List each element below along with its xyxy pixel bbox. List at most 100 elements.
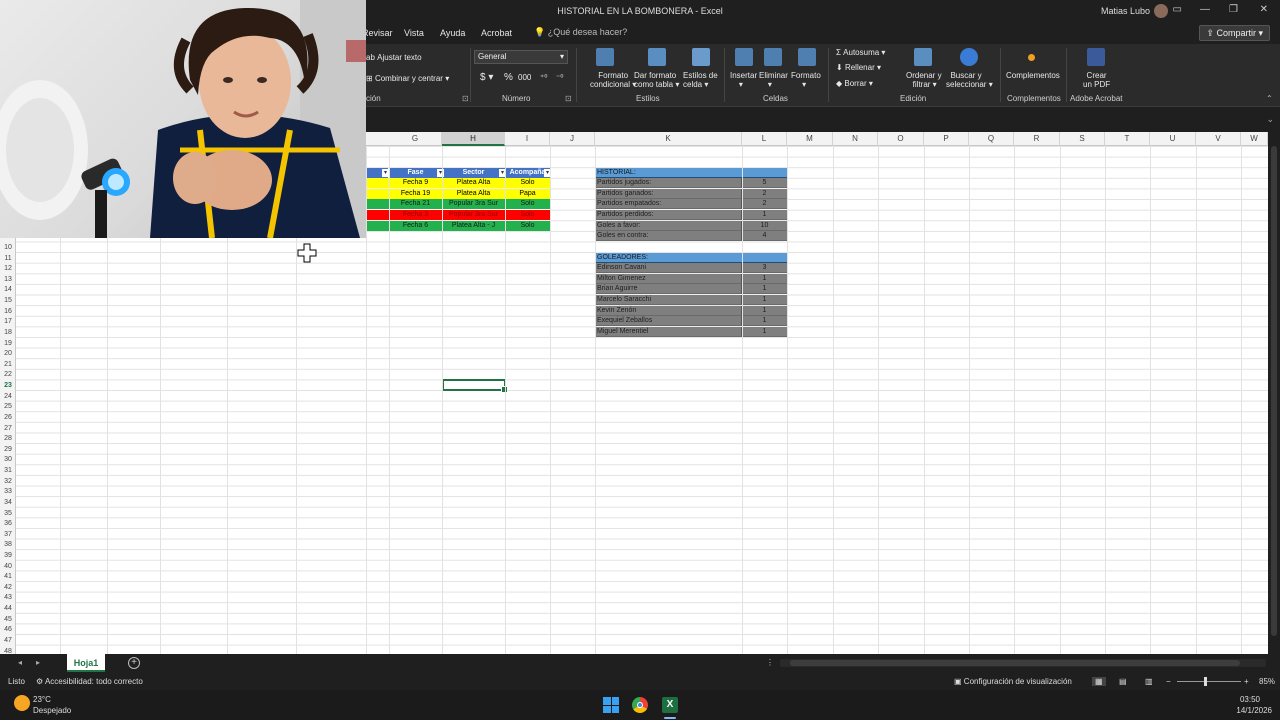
row-header[interactable]: 36 bbox=[0, 520, 16, 527]
goleador-name[interactable]: Kevin Zenón bbox=[595, 305, 741, 316]
row-header[interactable]: 26 bbox=[0, 414, 16, 421]
historial-value[interactable]: 2 bbox=[741, 199, 787, 210]
goleadores-title[interactable]: GOLEADORES: bbox=[595, 252, 787, 263]
accessibility-status[interactable]: ⚙ Accesibilidad: todo correcto bbox=[36, 677, 143, 686]
column-header-m[interactable]: M bbox=[787, 132, 833, 146]
row-header[interactable]: 18 bbox=[0, 329, 16, 336]
column-header-n[interactable]: N bbox=[833, 132, 878, 146]
cell-styles-button[interactable]: Estilos de celda ▾ bbox=[683, 71, 718, 89]
row-header[interactable]: 16 bbox=[0, 308, 16, 315]
fill-button[interactable]: ⬇ Rellenar ▾ bbox=[836, 63, 881, 72]
historial-value[interactable]: 4 bbox=[741, 231, 787, 242]
sort-filter-button[interactable]: Ordenar y filtrar ▾ bbox=[906, 71, 942, 89]
column-header-u[interactable]: U bbox=[1150, 132, 1196, 146]
row-header[interactable]: 22 bbox=[0, 371, 16, 378]
menu-revisar[interactable]: Revisar bbox=[362, 28, 393, 38]
prev-sheet-icon[interactable]: ◂ bbox=[18, 658, 22, 667]
row-header[interactable]: 44 bbox=[0, 605, 16, 612]
table-cell-sector[interactable]: Popular 3ra Sur bbox=[442, 209, 505, 220]
menu-vista[interactable]: Vista bbox=[404, 28, 424, 38]
row-header[interactable]: 14 bbox=[0, 286, 16, 293]
horizontal-scroll-thumb[interactable] bbox=[790, 660, 1240, 666]
row-header[interactable]: 35 bbox=[0, 510, 16, 517]
historial-label[interactable]: Partidos empatados: bbox=[595, 199, 741, 210]
goleador-name[interactable]: Edinson Cavani bbox=[595, 263, 741, 274]
zoom-in-icon[interactable]: + bbox=[1244, 677, 1249, 686]
insert-button[interactable]: Insertar ▾ bbox=[730, 71, 757, 89]
row-header[interactable]: 39 bbox=[0, 552, 16, 559]
row-header[interactable]: 47 bbox=[0, 637, 16, 644]
weather-temp[interactable]: 23°C bbox=[33, 695, 51, 704]
historial-value[interactable]: 10 bbox=[741, 220, 787, 231]
column-header-r[interactable]: R bbox=[1014, 132, 1060, 146]
historial-value[interactable]: 1 bbox=[741, 209, 787, 220]
goleador-goals[interactable]: 1 bbox=[741, 273, 787, 284]
row-header[interactable]: 15 bbox=[0, 297, 16, 304]
historial-label[interactable]: Partidos ganados: bbox=[595, 188, 741, 199]
row-header[interactable]: 25 bbox=[0, 403, 16, 410]
column-header-l[interactable]: L bbox=[742, 132, 787, 146]
row-header[interactable]: 46 bbox=[0, 626, 16, 633]
goleador-goals[interactable]: 1 bbox=[741, 305, 787, 316]
page-break-icon[interactable]: ▥ bbox=[1145, 677, 1153, 686]
column-header-g[interactable]: G bbox=[389, 132, 442, 146]
goleador-goals[interactable]: 1 bbox=[741, 326, 787, 337]
row-header[interactable]: 40 bbox=[0, 563, 16, 570]
zoom-slider-thumb[interactable] bbox=[1203, 677, 1207, 686]
minimize-icon[interactable]: — bbox=[1200, 4, 1210, 15]
table-cell-fase[interactable]: Fecha 21 bbox=[389, 199, 442, 210]
column-header-p[interactable]: P bbox=[924, 132, 969, 146]
more-options-icon[interactable]: ⋮ bbox=[766, 658, 774, 667]
table-cell-acompana[interactable]: Solo bbox=[505, 220, 550, 231]
user-name[interactable]: Matias Lubo bbox=[1101, 6, 1150, 16]
menu-acrobat[interactable]: Acrobat bbox=[481, 28, 512, 38]
row-header[interactable]: 34 bbox=[0, 499, 16, 506]
format-button[interactable]: Formato ▾ bbox=[791, 71, 821, 89]
conditional-format-button[interactable]: Formato condicional ▾ bbox=[590, 71, 636, 89]
display-settings-button[interactable]: ▣ Configuración de visualización bbox=[954, 677, 1072, 686]
row-header[interactable]: 29 bbox=[0, 446, 16, 453]
historial-value[interactable]: 2 bbox=[741, 188, 787, 199]
table-cell-acompana[interactable]: Solo bbox=[505, 199, 550, 210]
historial-label[interactable]: Partidos jugados: bbox=[595, 178, 741, 189]
table-cell-partial[interactable] bbox=[366, 209, 389, 220]
zoom-slider[interactable] bbox=[1177, 681, 1241, 682]
goleador-name[interactable]: Milton Gimenez bbox=[595, 273, 741, 284]
column-header-v[interactable]: V bbox=[1196, 132, 1241, 146]
table-cell-fase[interactable]: Fecha 3 bbox=[389, 209, 442, 220]
thousands-icon[interactable]: 000 bbox=[518, 73, 531, 82]
chrome-icon[interactable] bbox=[632, 697, 648, 713]
weather-desc[interactable]: Despejado bbox=[33, 706, 71, 715]
table-header-fase[interactable]: Fase bbox=[389, 167, 442, 178]
tell-me-search[interactable]: 💡 ¿Qué desea hacer? bbox=[534, 27, 627, 38]
row-header[interactable]: 21 bbox=[0, 361, 16, 368]
row-header[interactable]: 33 bbox=[0, 488, 16, 495]
goleador-goals[interactable]: 1 bbox=[741, 316, 787, 327]
sheet-tab-hoja1[interactable]: Hoja1 bbox=[67, 654, 105, 672]
create-pdf-button[interactable]: Crear un PDF bbox=[1083, 71, 1110, 89]
dialog-launcher-icon[interactable]: ⊡ bbox=[462, 94, 469, 103]
column-header-w[interactable]: W bbox=[1241, 132, 1268, 146]
find-select-button[interactable]: Buscar y seleccionar ▾ bbox=[946, 71, 993, 89]
decrease-decimal-icon[interactable]: ⁻⁰ bbox=[556, 73, 563, 82]
row-header[interactable]: 20 bbox=[0, 350, 16, 357]
goleador-name[interactable]: Exequiel Zeballos bbox=[595, 316, 741, 327]
close-icon[interactable]: ✕ bbox=[1260, 4, 1268, 15]
row-header[interactable]: 19 bbox=[0, 340, 16, 347]
delete-button[interactable]: Eliminar ▾ bbox=[759, 71, 788, 89]
table-cell-partial[interactable] bbox=[366, 178, 389, 189]
table-cell-fase[interactable]: Fecha 6 bbox=[389, 220, 442, 231]
table-cell-partial[interactable] bbox=[366, 220, 389, 231]
row-header[interactable]: 13 bbox=[0, 276, 16, 283]
avatar[interactable] bbox=[1154, 4, 1168, 18]
row-header[interactable]: 41 bbox=[0, 573, 16, 580]
table-cell-acompana[interactable]: Solo bbox=[505, 178, 550, 189]
autosum-button[interactable]: Σ Autosuma ▾ bbox=[836, 48, 885, 57]
currency-icon[interactable]: $ ▾ bbox=[480, 72, 493, 83]
column-header-q[interactable]: Q bbox=[969, 132, 1014, 146]
increase-decimal-icon[interactable]: ⁺⁰ bbox=[540, 73, 547, 82]
horizontal-scrollbar[interactable] bbox=[780, 659, 1266, 667]
vertical-scrollbar[interactable] bbox=[1268, 132, 1280, 654]
clear-button[interactable]: ◆ Borrar ▾ bbox=[836, 79, 873, 88]
table-cell-sector[interactable]: Popular 3ra Sur bbox=[442, 199, 505, 210]
